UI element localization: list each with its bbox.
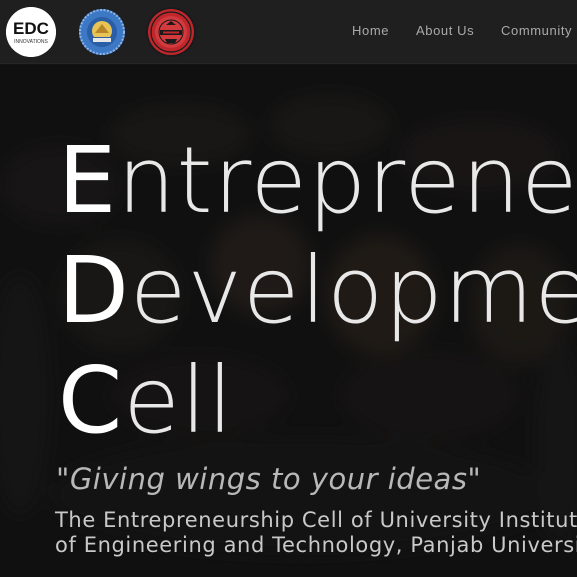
- title-initial-c: C: [58, 347, 124, 454]
- edc-logo[interactable]: EDC INNOVATIONS: [6, 7, 56, 57]
- nav-community-link[interactable]: Community: [501, 23, 572, 38]
- title-rest-cell: ell: [123, 347, 234, 454]
- university-seal-icon: [79, 9, 125, 55]
- hero-description: The Entrepreneurship Cell of University …: [55, 508, 577, 557]
- nav-home-link[interactable]: Home: [352, 23, 389, 38]
- hero-title-line-development: Development: [58, 245, 577, 337]
- edc-logo-icon: EDC INNOVATIONS: [6, 7, 56, 57]
- hero-title-line-entrepreneurship: Entrepreneurship: [58, 135, 577, 227]
- title-rest-entrepreneurship: ntrepreneurship: [117, 127, 577, 234]
- navbar: EDC INNOVATIONS Home About Us Community: [0, 0, 577, 64]
- hero-tagline: "Giving wings to your ideas": [56, 462, 482, 496]
- red-emblem-logo[interactable]: [146, 7, 196, 57]
- edc-logo-subtext: INNOVATIONS: [14, 39, 48, 45]
- title-rest-development: evelopment: [129, 237, 577, 344]
- nav-about-link[interactable]: About Us: [416, 23, 474, 38]
- page: EDC INNOVATIONS Home About Us Community …: [0, 0, 577, 577]
- hero-title-line-cell: Cell: [58, 355, 234, 447]
- university-seal-logo[interactable]: [77, 7, 127, 57]
- title-initial-e: E: [58, 127, 118, 234]
- hero-section: Entrepreneurship Development Cell "Givin…: [0, 65, 577, 577]
- title-initial-d: D: [58, 237, 130, 344]
- edc-logo-text: EDC: [13, 19, 49, 38]
- red-emblem-icon: [146, 7, 196, 57]
